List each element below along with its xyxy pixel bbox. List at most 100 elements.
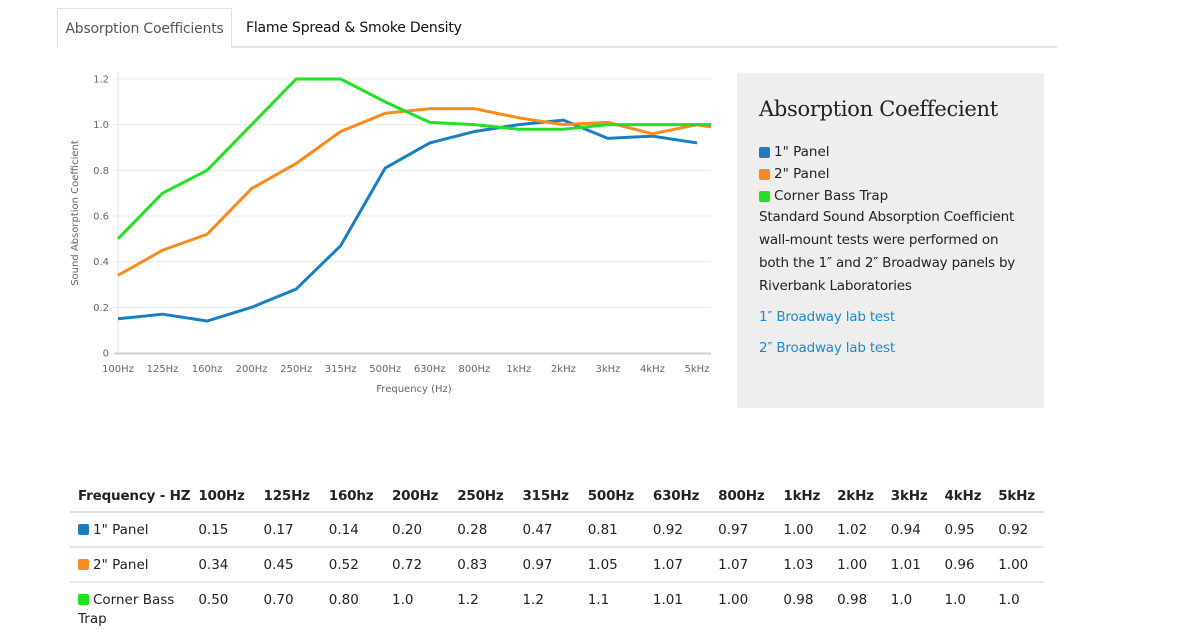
- table-cell: 0.95: [937, 512, 991, 547]
- table-cell: 0.70: [256, 582, 321, 635]
- legend-panel: Absorption Coeffecient 1" Panel 2" Panel…: [737, 73, 1044, 408]
- table-header-cell: 800Hz: [710, 481, 775, 512]
- table-header-cell: 200Hz: [384, 481, 449, 512]
- x-tick-label: 3kHz: [595, 364, 620, 375]
- legend-item-corner-bass-trap[interactable]: Corner Bass Trap: [759, 185, 888, 207]
- table-cell: 0.17: [256, 512, 321, 547]
- x-tick-label: 800Hz: [458, 364, 490, 375]
- y-axis-ticks: 00.20.40.60.81.01.2: [93, 75, 109, 360]
- table-header-row: Frequency - HZ 100Hz125Hz160hz200Hz250Hz…: [70, 481, 1044, 512]
- table-cell: 1.0: [384, 582, 449, 635]
- row-label-text: 1" Panel: [93, 522, 149, 538]
- tab-absorption-coefficients[interactable]: Absorption Coefficients: [57, 8, 232, 49]
- table-cell: 0.34: [190, 547, 255, 582]
- table-header-cell: 250Hz: [449, 481, 514, 512]
- legend-swatch-icon: [759, 169, 770, 180]
- x-tick-label: 2kHz: [551, 364, 576, 375]
- x-tick-label: 500Hz: [369, 364, 401, 375]
- chart-legend: 1" Panel 2" Panel Corner Bass Trap: [759, 141, 888, 207]
- table-cell: 1.00: [775, 512, 829, 547]
- table-row-label: 2" Panel: [70, 547, 190, 582]
- table-cell: 0.81: [580, 512, 645, 547]
- y-tick-label: 0.4: [93, 257, 109, 268]
- table-cell: 0.45: [256, 547, 321, 582]
- table-cell: 1.0: [937, 582, 991, 635]
- table-cell: 0.80: [321, 582, 384, 635]
- y-tick-label: 0.8: [93, 166, 109, 177]
- table-cell: 0.92: [645, 512, 710, 547]
- absorption-data-table: Frequency - HZ 100Hz125Hz160hz200Hz250Hz…: [70, 481, 1044, 635]
- table-row-label: 1" Panel: [70, 512, 190, 547]
- x-tick-label: 630Hz: [414, 364, 446, 375]
- table-cell: 0.52: [321, 547, 384, 582]
- series-line-1[interactable]: [118, 109, 711, 276]
- table-cell: 1.00: [710, 582, 775, 635]
- table-cell: 0.47: [514, 512, 579, 547]
- link-2in-broadway-lab-test[interactable]: 2″ Broadway lab test: [759, 340, 895, 356]
- table-header-cell: 100Hz: [190, 481, 255, 512]
- legend-item-2in-panel[interactable]: 2" Panel: [759, 163, 888, 185]
- table-cell: 1.07: [645, 547, 710, 582]
- x-tick-label: 4kHz: [640, 364, 665, 375]
- table-cell: 1.2: [449, 582, 514, 635]
- table-header-cell: 3kHz: [883, 481, 937, 512]
- table-cell: 1.0: [883, 582, 937, 635]
- table-cell: 0.96: [937, 547, 991, 582]
- row-swatch-icon: [78, 594, 89, 605]
- table-cell: 0.92: [990, 512, 1044, 547]
- table-cell: 1.00: [829, 547, 883, 582]
- row-label-text: Corner Bass Trap: [78, 592, 174, 627]
- row-swatch-icon: [78, 524, 89, 535]
- table-cell: 0.50: [190, 582, 255, 635]
- table-header-cell: 5kHz: [990, 481, 1044, 512]
- table-header-cell: 500Hz: [580, 481, 645, 512]
- x-tick-label: 5kHz: [685, 364, 710, 375]
- table-row: 1" Panel0.150.170.140.200.280.470.810.92…: [70, 512, 1044, 547]
- series-line-0[interactable]: [118, 120, 697, 321]
- table-header-cell: 160hz: [321, 481, 384, 512]
- table-cell: 0.72: [384, 547, 449, 582]
- tab-bar: Absorption Coefficients Flame Spread & S…: [57, 8, 1057, 48]
- table-cell: 1.01: [645, 582, 710, 635]
- table-cell: 0.20: [384, 512, 449, 547]
- row-swatch-icon: [78, 559, 89, 570]
- table-cell: 0.97: [514, 547, 579, 582]
- tab-flame-spread-smoke-density[interactable]: Flame Spread & Smoke Density: [246, 8, 462, 46]
- table-header-frequency: Frequency - HZ: [70, 481, 190, 512]
- table-cell: 1.03: [775, 547, 829, 582]
- x-tick-label: 160hz: [192, 364, 223, 375]
- legend-label: 2" Panel: [774, 163, 830, 185]
- table-cell: 0.28: [449, 512, 514, 547]
- table-cell: 0.98: [775, 582, 829, 635]
- y-tick-label: 0.2: [93, 303, 109, 314]
- table-cell: 1.02: [829, 512, 883, 547]
- x-tick-label: 250Hz: [280, 364, 312, 375]
- table-cell: 1.05: [580, 547, 645, 582]
- legend-swatch-icon: [759, 191, 770, 202]
- table-header-cell: 630Hz: [645, 481, 710, 512]
- table-header-cell: 4kHz: [937, 481, 991, 512]
- table-row: Corner Bass Trap0.500.700.801.01.21.21.1…: [70, 582, 1044, 635]
- table-cell: 0.97: [710, 512, 775, 547]
- x-tick-label: 100Hz: [102, 364, 134, 375]
- table-cell: 1.01: [883, 547, 937, 582]
- table-cell: 1.2: [514, 582, 579, 635]
- x-axis-title: Frequency (Hz): [376, 384, 452, 395]
- table-cell: 0.98: [829, 582, 883, 635]
- table-cell: 0.94: [883, 512, 937, 547]
- y-tick-label: 1.2: [93, 75, 109, 86]
- y-axis-title: Sound Absorption Coefficient: [70, 140, 81, 286]
- table-cell: 0.14: [321, 512, 384, 547]
- series-line-2[interactable]: [118, 79, 711, 239]
- x-axis-ticks: 100Hz 125Hz 160hz 200Hz 250Hz 315Hz 500Hz 630Hz…: [102, 364, 709, 375]
- table-header-cell: 2kHz: [829, 481, 883, 512]
- legend-swatch-icon: [759, 147, 770, 158]
- y-tick-label: 0: [103, 349, 109, 360]
- link-1in-broadway-lab-test[interactable]: 1″ Broadway lab test: [759, 309, 895, 325]
- row-label-text: 2" Panel: [93, 557, 149, 573]
- x-tick-label: 315Hz: [325, 364, 357, 375]
- x-tick-label: 125Hz: [147, 364, 179, 375]
- legend-item-1in-panel[interactable]: 1" Panel: [759, 141, 888, 163]
- x-tick-label: 200Hz: [236, 364, 268, 375]
- table-cell: 1.07: [710, 547, 775, 582]
